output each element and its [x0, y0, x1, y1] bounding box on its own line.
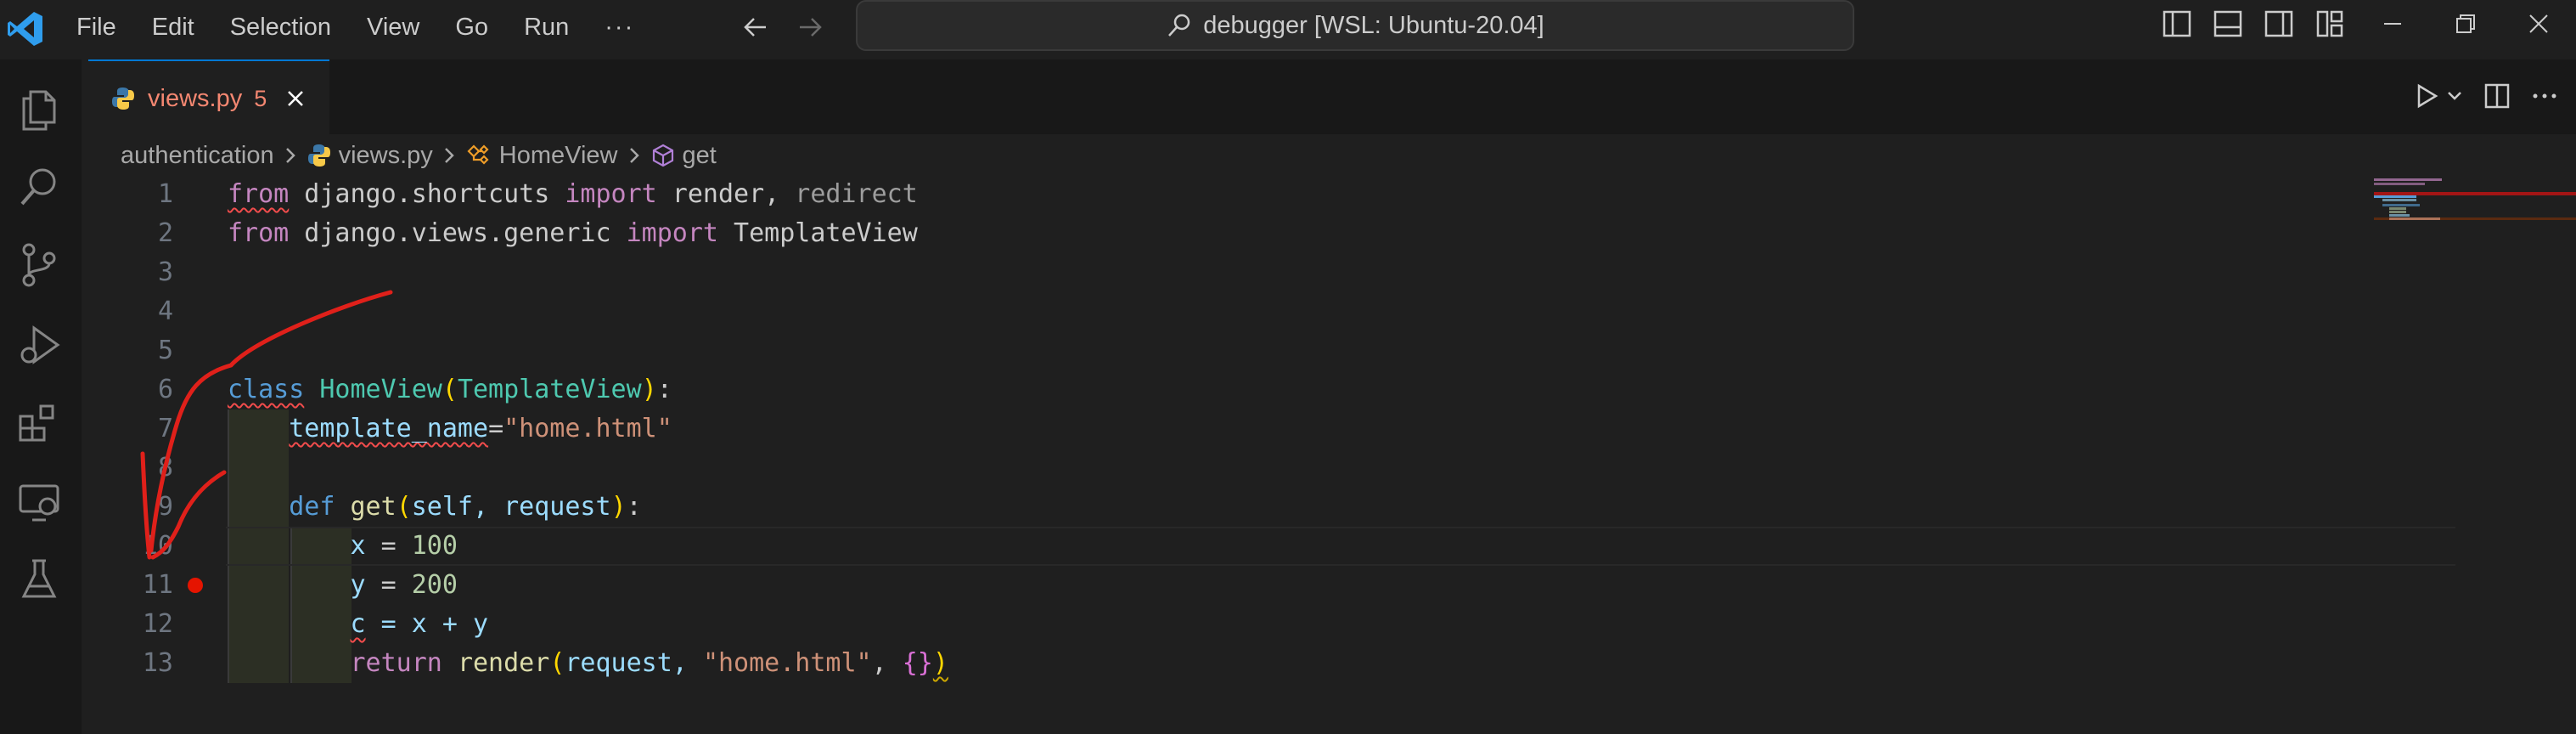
- line-number: 5: [157, 336, 173, 365]
- chevron-right-icon: [285, 148, 295, 163]
- tab-label: views.py: [148, 84, 243, 112]
- menu-go[interactable]: Go: [455, 14, 488, 42]
- chevron-right-icon: [629, 148, 639, 163]
- testing-button[interactable]: [12, 552, 66, 607]
- source-control-button[interactable]: [12, 238, 66, 292]
- code-line: 5: [88, 331, 2364, 370]
- line-number: 2: [157, 218, 173, 248]
- split-editor-icon[interactable]: [2483, 82, 2511, 110]
- breadcrumb: authentication views.py HomeView get: [121, 136, 717, 175]
- code-line: 7 template_name="home.html": [88, 409, 2364, 449]
- activity-bar: [0, 59, 82, 734]
- layout-controls: [2162, 8, 2365, 39]
- code-line: 3: [88, 253, 2364, 292]
- customize-layout-icon[interactable]: [2314, 8, 2345, 39]
- line-number: 11: [142, 570, 173, 600]
- tab-views-py[interactable]: views.py 5: [88, 59, 329, 136]
- menu-run[interactable]: Run: [524, 14, 569, 42]
- class-symbol-icon: [467, 144, 489, 165]
- close-tab-icon[interactable]: [285, 88, 306, 109]
- line-number: 7: [157, 414, 173, 443]
- search-icon: [1168, 14, 1190, 37]
- search-icon: [20, 168, 56, 206]
- vscode-logo-icon: [8, 12, 42, 46]
- extensions-icon: [19, 404, 54, 442]
- code-editor[interactable]: 1 from django.shortcuts import render, r…: [88, 175, 2455, 685]
- code-line: 13 return render(request, "home.html", {…: [88, 644, 2364, 683]
- source-control-icon: [22, 243, 56, 287]
- chevron-down-icon[interactable]: [2445, 82, 2464, 110]
- close-window-icon[interactable]: [2527, 7, 2551, 41]
- line-number: 12: [142, 609, 173, 639]
- breadcrumb-class[interactable]: HomeView: [499, 142, 618, 170]
- code-line: 2 from django.views.generic import Templ…: [88, 214, 2364, 253]
- back-arrow-icon[interactable]: [740, 12, 771, 42]
- window-title: debugger [WSL: Ubuntu-20.04]: [1203, 11, 1544, 39]
- code-line: 1 from django.shortcuts import render, r…: [88, 175, 2364, 214]
- window-controls: [2381, 7, 2576, 41]
- breadcrumb-folder[interactable]: authentication: [121, 142, 274, 170]
- line-number: 13: [142, 648, 173, 678]
- line-number: 4: [157, 296, 173, 326]
- title-bar: File Edit Selection View Go Run ··· debu…: [0, 0, 2576, 59]
- search-button[interactable]: [12, 160, 66, 214]
- toggle-primary-sidebar-icon[interactable]: [2162, 8, 2192, 39]
- line-number: 6: [157, 375, 173, 404]
- run-and-debug-button[interactable]: [12, 318, 66, 372]
- toggle-panel-icon[interactable]: [2213, 8, 2243, 39]
- editor-tab-bar: views.py 5: [88, 59, 2576, 136]
- code-line: 11 y = 200: [88, 566, 2364, 605]
- code-line: 8: [88, 449, 2364, 488]
- line-number: 9: [157, 492, 173, 522]
- problems-count-badge: 5: [254, 85, 267, 111]
- navigation-arrows: [740, 8, 849, 46]
- menu-edit[interactable]: Edit: [152, 14, 194, 42]
- more-actions-icon[interactable]: [2530, 82, 2559, 110]
- breadcrumb-file[interactable]: views.py: [339, 142, 433, 170]
- code-line: 9 def get(self, request):: [88, 488, 2364, 527]
- restore-icon[interactable]: [2454, 7, 2478, 41]
- editor-actions: [2393, 82, 2559, 110]
- flask-icon: [21, 559, 57, 598]
- code-line: 12 c = x + y: [88, 605, 2364, 644]
- run-python-file-icon[interactable]: [2411, 82, 2440, 110]
- line-number: 8: [157, 453, 173, 483]
- minimize-icon[interactable]: [2381, 7, 2404, 41]
- python-file-icon: [307, 144, 330, 167]
- minimap[interactable]: [2374, 175, 2576, 234]
- files-icon: [22, 90, 56, 131]
- line-number: 10: [142, 531, 173, 561]
- remote-explorer-button[interactable]: [12, 476, 66, 530]
- forward-arrow-icon[interactable]: [795, 12, 825, 42]
- command-center-search[interactable]: debugger [WSL: Ubuntu-20.04]: [856, 0, 1854, 51]
- menu-bar: File Edit Selection View Go Run ···: [76, 0, 670, 54]
- code-line: 6 class HomeView(TemplateView):: [88, 370, 2364, 409]
- python-file-icon: [112, 88, 134, 110]
- menu-file[interactable]: File: [76, 14, 116, 42]
- line-number: 3: [157, 257, 173, 287]
- code-line: 4: [88, 292, 2364, 331]
- method-symbol-icon: [652, 144, 673, 167]
- menu-view[interactable]: View: [367, 14, 419, 42]
- toggle-secondary-sidebar-icon[interactable]: [2264, 8, 2294, 39]
- chevron-right-icon: [444, 148, 454, 163]
- run-debug-icon: [20, 325, 60, 364]
- extensions-button[interactable]: [12, 396, 66, 450]
- code-line: 10 x = 100: [88, 527, 2364, 566]
- breadcrumb-method[interactable]: get: [683, 142, 717, 170]
- line-number: 1: [157, 179, 173, 209]
- menu-selection[interactable]: Selection: [230, 14, 331, 42]
- remote-explorer-icon: [19, 484, 59, 522]
- explorer-button[interactable]: [12, 82, 66, 136]
- menu-more[interactable]: ···: [605, 14, 634, 42]
- breakpoint-dot[interactable]: [188, 578, 203, 593]
